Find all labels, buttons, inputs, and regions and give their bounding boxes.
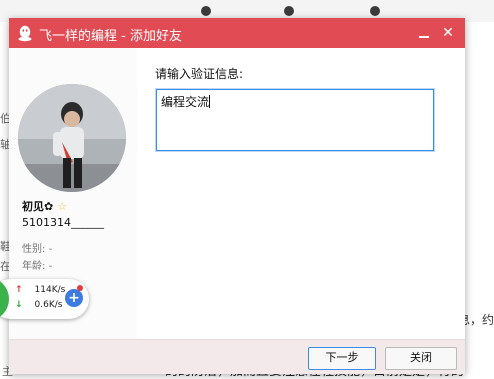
text-caret (209, 95, 211, 108)
background-avatar (370, 6, 380, 16)
plus-icon[interactable]: + (65, 289, 83, 307)
vip-star-icon: ☆ (57, 200, 68, 213)
nickname-text: 初见 (22, 200, 44, 213)
next-step-button[interactable]: 下一步 (308, 347, 376, 370)
verify-message-text: 编程交流 (161, 95, 210, 109)
qq-penguin-icon (17, 25, 33, 42)
close-button[interactable]: 关闭 (385, 347, 457, 370)
add-friend-dialog: 飞一样的编程 - 添加好友 ✕ 初见✿☆ 5101314______ 性别: (9, 18, 465, 374)
network-speed-widget[interactable]: ↑ 114K/s ↓ 0.6K/s + (0, 277, 89, 321)
verify-prompt-label: 请输入验证信息: (155, 67, 244, 81)
download-speed: ↓ 0.6K/s (15, 300, 62, 310)
notification-dot (77, 285, 83, 291)
nickname-badge-icon: ✿ (44, 200, 54, 213)
close-icon[interactable]: ✕ (438, 23, 458, 43)
upload-speed: ↑ 114K/s (15, 285, 65, 295)
upload-speed-value: 114K/s (34, 285, 66, 295)
background-avatar (284, 6, 294, 16)
speed-widget-handle[interactable] (0, 277, 9, 321)
age-value: - (48, 261, 53, 272)
minimize-icon[interactable] (414, 23, 434, 43)
avatar[interactable] (18, 84, 126, 192)
gender-field: 性别: - (22, 240, 52, 255)
download-speed-value: 0.6K/s (34, 300, 63, 310)
age-label: 年龄: (22, 261, 46, 272)
dialog-footer: 下一步 关闭 (9, 339, 465, 374)
age-field: 年龄: - (22, 257, 52, 272)
gender-label: 性别: (22, 244, 46, 255)
gender-value: - (48, 244, 53, 255)
qq-number: 5101314______ (22, 216, 104, 229)
verify-message-input[interactable]: 编程交流 (156, 89, 434, 151)
background-avatar (201, 6, 211, 16)
nickname: 初见✿ ☆ (22, 198, 67, 214)
dialog-titlebar[interactable]: 飞一样的编程 - 添加好友 ✕ (9, 18, 465, 48)
dialog-title: 飞一样的编程 - 添加好友 (39, 29, 182, 44)
download-arrow-icon: ↓ (15, 300, 23, 310)
upload-arrow-icon: ↑ (15, 285, 23, 295)
